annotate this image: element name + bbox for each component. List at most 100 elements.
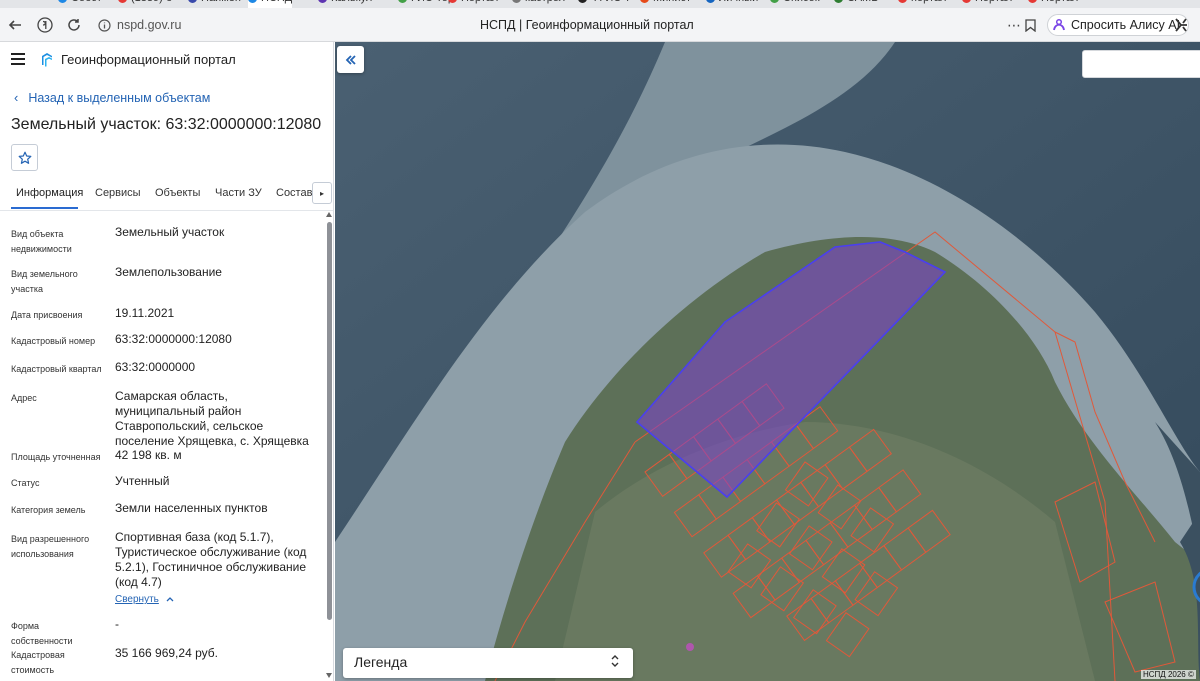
browser-tab-label: САМБ [847,0,878,4]
property-label: Вид земельного участка [11,269,78,294]
tab-objects[interactable]: Объекты [155,187,200,199]
menu-icon[interactable] [11,53,25,65]
legend-dropdown[interactable]: Легенда [343,648,633,678]
browser-tab[interactable]: Калькул [318,0,372,8]
browser-tab[interactable]: ФГИС Т [578,0,631,8]
tabs-scroll-right-button[interactable]: ▸ [312,182,332,204]
property-label: Вид разрешенного использования [11,534,90,559]
chevron-up-icon [166,592,174,607]
property-label: Кадастровый квартал [11,364,102,374]
reload-icon[interactable] [63,14,85,36]
map-point-marker[interactable] [686,643,694,651]
browser-tab-label: Минист [653,0,691,4]
map-copyright: НСПД 2026 © [1141,670,1196,679]
yandex-logo-icon[interactable] [34,14,56,36]
tab-parcel-parts[interactable]: Части ЗУ [215,187,262,199]
browser-tab-label: ФГИС Т [591,0,631,4]
ask-alice-button[interactable]: Спросить Алису AI [1047,14,1190,36]
back-to-selected-link[interactable]: ‹ Назад к выделенным объектам [14,90,210,105]
browser-tab[interactable]: портал [898,0,946,8]
back-link-label: Назад к выделенным объектам [28,90,211,105]
chevron-left-icon: ‹ [14,90,19,105]
property-value: 63:32:0000000:12080 [115,332,232,346]
browser-tab-label: Список [783,0,820,4]
browser-tab[interactable]: САМБ [834,0,878,8]
browser-tab[interactable]: Минист [640,0,691,8]
map-search-box[interactable] [1082,50,1200,78]
tab-favicon-icon [1028,0,1037,3]
portal-name[interactable]: Геоинформационный портал [61,52,236,67]
star-icon [18,151,31,164]
browser-tab[interactable]: НСПД [248,0,293,8]
tab-favicon-icon [640,0,649,3]
browser-tab[interactable]: Список [770,0,820,8]
browser-tab[interactable]: Портал [1028,0,1078,8]
tab-favicon-icon [962,0,971,3]
map-view[interactable]: Легенда НСПД 2026 © [335,42,1200,681]
browser-tab-label: Калькул [331,0,372,4]
browser-tab-label: Наимен [201,0,241,4]
tab-favicon-icon [188,0,197,3]
property-value: Землепользование [115,265,222,279]
property-label: Адрес [11,393,37,403]
address-bar-url[interactable]: nspd.gov.ru [117,18,181,32]
tab-favicon-icon [248,0,257,3]
yandex-extension-icon[interactable] [1170,14,1192,36]
browser-tab[interactable]: Наимен [188,0,241,8]
browser-tab[interactable]: Портал [448,0,498,8]
browser-tab[interactable]: Личный [706,0,758,8]
scroll-up-arrow-icon[interactable] [326,212,332,219]
collapse-link[interactable]: Свернуть [115,592,174,607]
browser-tab-label: Портал [1041,0,1078,4]
property-value: - [115,617,119,631]
back-arrow-icon[interactable] [4,14,26,36]
favorite-button[interactable] [11,144,38,171]
alice-icon [1053,18,1065,31]
tab-favicon-icon [512,0,521,3]
tab-favicon-icon [118,0,127,3]
portal-header: Геоинформационный портал [0,42,333,78]
property-value: Земли населенных пунктов [115,501,268,515]
browser-tab-label: (1339) б [131,0,172,4]
tab-favicon-icon [578,0,587,3]
browser-tab[interactable]: Собст [58,0,102,8]
property-value-container: Спортивная база (код 5.1.7), Туристическ… [115,530,315,607]
property-label: Форма собственности [11,621,73,646]
browser-page-title: НСПД | Геоинформационный портал [480,18,694,32]
tab-favicon-icon [898,0,907,3]
browser-tab-label: НСПД [261,0,292,4]
expand-collapse-icon [610,653,620,671]
property-value: Земельный участок [115,225,225,239]
bookmark-icon[interactable] [1019,14,1041,36]
scrollbar-thumb[interactable] [327,222,332,620]
property-label: Дата присвоения [11,310,83,320]
scroll-down-arrow-icon[interactable] [326,673,332,680]
double-chevron-left-icon [345,54,356,65]
tab-favicon-icon [58,0,67,3]
tab-information[interactable]: Информация [16,187,83,199]
object-title: Земельный участок: 63:32:0000000:12080 [11,116,322,133]
legend-label: Легенда [354,654,408,670]
browser-tab[interactable]: (1339) б [118,0,172,8]
tab-composition[interactable]: Состав [276,187,312,199]
tab-services[interactable]: Сервисы [95,187,141,199]
browser-tab-label: Собст [71,0,102,4]
browser-tab[interactable]: кастрол [512,0,565,8]
property-label: Кадастровый номер [11,336,96,346]
browser-tab-label: Портал [461,0,498,4]
ask-alice-label: Спросить Алису AI [1071,18,1181,32]
chevron-right-icon: ▸ [319,188,324,198]
browser-tab[interactable]: ГИС Тор [398,0,454,8]
property-value: Самарская область, муниципальный район С… [115,389,309,448]
portal-logo-icon[interactable] [39,52,55,73]
satellite-map[interactable] [335,42,1200,681]
property-value: Спортивная база (код 5.1.7), Туристическ… [115,530,307,589]
collapse-panel-button[interactable] [337,46,364,73]
property-value: 35 166 969,24 руб. [115,646,218,660]
browser-tab[interactable]: Портал [962,0,1012,8]
browser-tab-label: Личный [719,0,758,4]
active-tab-indicator [11,207,78,209]
browser-tab-strip: Собст (1339) б Наимен НСПД Калькул ГИС Тор Пор… [0,0,1200,8]
tab-favicon-icon [398,0,407,3]
site-info-icon[interactable] [93,14,115,36]
